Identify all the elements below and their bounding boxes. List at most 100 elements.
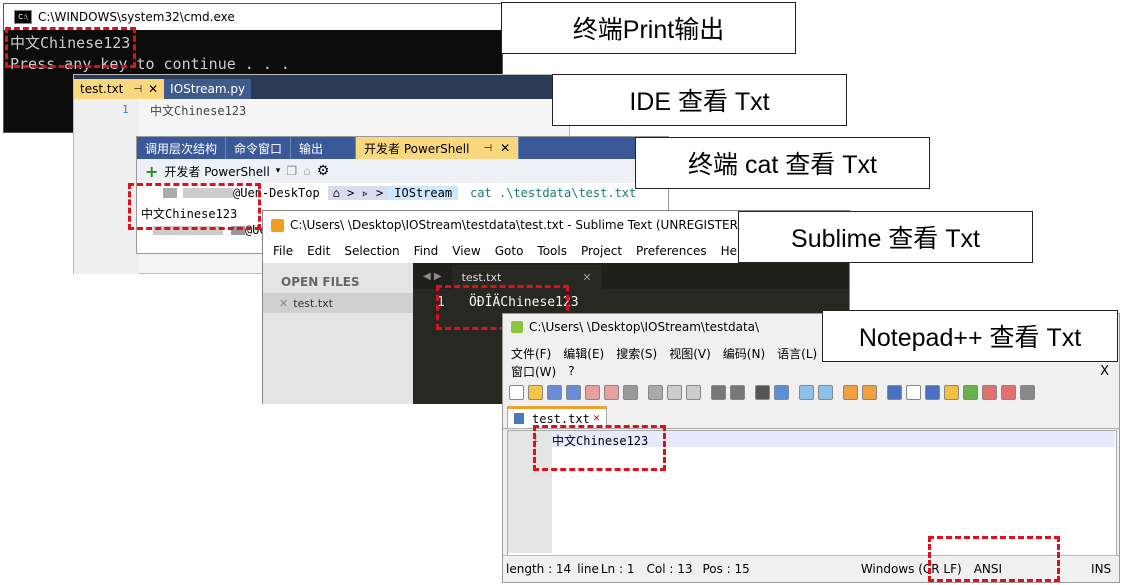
caption-print: 终端Print输出 bbox=[501, 2, 796, 54]
zoom-in-icon[interactable] bbox=[799, 384, 814, 400]
status-pos: Pos : 15 bbox=[702, 562, 750, 576]
prompt-home-segment: ⌂ > ▹ > bbox=[327, 186, 389, 200]
menu-view[interactable]: 视图(V) bbox=[669, 345, 711, 362]
close-all-icon[interactable] bbox=[604, 384, 619, 400]
caption-sublime: Sublime 查看 Txt bbox=[738, 211, 1033, 263]
open-file-icon[interactable] bbox=[528, 384, 543, 400]
tab-label: IOStream.py bbox=[170, 82, 246, 96]
sublime-sidebar: OPEN FILES ✕ test.txt bbox=[263, 263, 413, 404]
cmd-icon: C:\ bbox=[14, 10, 32, 24]
caption-ide: IDE 查看 Txt bbox=[552, 74, 847, 126]
menu-search[interactable]: 搜索(S) bbox=[616, 345, 657, 362]
status-length: length : 14 bbox=[506, 562, 572, 576]
function-list-icon[interactable] bbox=[982, 384, 997, 400]
add-icon[interactable]: + bbox=[145, 162, 158, 181]
menu-file[interactable]: File bbox=[273, 244, 293, 258]
menu-find[interactable]: Find bbox=[414, 244, 439, 258]
close-icon[interactable]: ✕ bbox=[148, 82, 158, 96]
ps-tabbar: 调用层次结构 命令窗口 输出 开发者 PowerShell ⊣ ✕ bbox=[137, 137, 668, 159]
new-terminal-dropdown[interactable]: 开发者 PowerShell bbox=[164, 163, 269, 180]
highlight-box bbox=[928, 536, 1060, 582]
command-text: cat .\testdata\test.txt bbox=[470, 186, 637, 200]
zoom-out-icon[interactable] bbox=[818, 384, 833, 400]
tab-nav-arrows-icon[interactable]: ◀ ▶ bbox=[423, 271, 442, 282]
tab-command-window[interactable]: 命令窗口 bbox=[226, 137, 292, 159]
menu-file[interactable]: 文件(F) bbox=[511, 345, 551, 362]
sync-vertical-icon[interactable] bbox=[843, 384, 858, 400]
home-icon[interactable]: ⌂ bbox=[303, 164, 311, 178]
save-icon[interactable] bbox=[547, 384, 562, 400]
ide-tab-iostream-py[interactable]: IOStream.py bbox=[164, 79, 252, 99]
close-document-button[interactable]: X bbox=[1100, 364, 1109, 379]
menu-encoding[interactable]: 编码(N) bbox=[723, 345, 765, 362]
new-file-icon[interactable] bbox=[509, 384, 524, 400]
close-icon[interactable]: ✕ bbox=[593, 414, 601, 424]
tab-label: test.txt bbox=[461, 270, 502, 284]
menu-edit[interactable]: Edit bbox=[307, 244, 330, 258]
folder-workspace-icon[interactable] bbox=[1001, 384, 1016, 400]
npp-title: C:\Users\ \Desktop\IOStream\testdata\ bbox=[529, 320, 760, 334]
close-icon[interactable]: ✕ bbox=[500, 141, 510, 155]
npp-logo-icon bbox=[511, 321, 523, 333]
find-icon[interactable] bbox=[755, 384, 770, 400]
chevron-down-icon[interactable]: ▾ bbox=[276, 166, 281, 176]
menu-goto[interactable]: Goto bbox=[495, 244, 524, 258]
copy-icon[interactable]: ❐ bbox=[286, 164, 297, 178]
sync-horizontal-icon[interactable] bbox=[862, 384, 877, 400]
tab-label: test.txt bbox=[532, 411, 590, 426]
highlight-box bbox=[5, 27, 136, 68]
status-ins[interactable]: INS bbox=[1091, 562, 1111, 576]
caption-cat: 终端 cat 查看 Txt bbox=[635, 137, 930, 189]
gear-icon[interactable]: ⚙ bbox=[317, 163, 330, 179]
line-number: 1 bbox=[122, 103, 129, 116]
status-ln: Ln : 1 bbox=[600, 562, 635, 576]
ide-editor-content[interactable]: 中文Chinese123 bbox=[150, 102, 246, 119]
close-icon[interactable]: ✕ bbox=[582, 271, 591, 284]
undo-icon[interactable] bbox=[711, 384, 726, 400]
menu-language[interactable]: 语言(L) bbox=[777, 345, 817, 362]
cmd-title: C:\WINDOWS\system32\cmd.exe bbox=[38, 10, 235, 24]
show-all-chars-icon[interactable] bbox=[906, 384, 921, 400]
udl-icon[interactable] bbox=[944, 384, 959, 400]
ide-tab-test-txt[interactable]: test.txt ⊣ ✕ bbox=[74, 79, 165, 99]
tab-output[interactable]: 输出 bbox=[291, 137, 357, 159]
menu-selection[interactable]: Selection bbox=[344, 244, 399, 258]
menu-view[interactable]: View bbox=[452, 244, 480, 258]
monitoring-icon[interactable] bbox=[1020, 384, 1035, 400]
highlight-box bbox=[128, 183, 261, 230]
status-col: Col : 13 bbox=[646, 562, 693, 576]
caption-notepad: Notepad++ 查看 Txt bbox=[822, 310, 1118, 362]
status-line-prefix: line bbox=[577, 562, 599, 576]
menu-window[interactable]: 窗口(W) bbox=[511, 363, 556, 380]
pin-icon[interactable]: ⊣ bbox=[133, 84, 142, 95]
file-saved-icon bbox=[514, 413, 524, 424]
tab-call-hierarchy[interactable]: 调用层次结构 bbox=[137, 137, 227, 159]
redo-icon[interactable] bbox=[730, 384, 745, 400]
pin-icon[interactable]: ⊣ bbox=[483, 143, 492, 154]
tab-dev-powershell[interactable]: 开发者 PowerShell ⊣ ✕ bbox=[356, 137, 520, 159]
word-wrap-icon[interactable] bbox=[887, 384, 902, 400]
menu-help[interactable]: ? bbox=[568, 364, 574, 378]
close-file-icon[interactable] bbox=[585, 384, 600, 400]
replace-icon[interactable] bbox=[774, 384, 789, 400]
menu-tools[interactable]: Tools bbox=[537, 244, 567, 258]
menu-edit[interactable]: 编辑(E) bbox=[563, 345, 604, 362]
open-files-heading: OPEN FILES bbox=[281, 275, 360, 289]
print-icon[interactable] bbox=[623, 384, 638, 400]
prompt-dir: IOStream bbox=[388, 186, 459, 200]
cut-icon[interactable] bbox=[648, 384, 663, 400]
close-icon[interactable]: ✕ bbox=[279, 297, 288, 310]
doc-map-icon[interactable] bbox=[963, 384, 978, 400]
ide-tabbar: test.txt ⊣ ✕ IOStream.py bbox=[74, 75, 569, 99]
paste-icon[interactable] bbox=[686, 384, 701, 400]
sublime-title: C:\Users\ \Desktop\IOStream\testdata\tes… bbox=[290, 218, 760, 232]
ps-toolbar: + 开发者 PowerShell ▾ ❐ ⌂ ⚙ bbox=[137, 159, 668, 183]
indent-guide-icon[interactable] bbox=[925, 384, 940, 400]
npp-menubar-row2: 窗口(W) ? X bbox=[503, 362, 1119, 380]
copy-icon[interactable] bbox=[667, 384, 682, 400]
sidebar-file-item[interactable]: ✕ test.txt bbox=[263, 293, 413, 313]
save-all-icon[interactable] bbox=[566, 384, 581, 400]
menu-project[interactable]: Project bbox=[581, 244, 622, 258]
menu-preferences[interactable]: Preferences bbox=[636, 244, 707, 258]
tab-label: test.txt bbox=[80, 82, 124, 96]
